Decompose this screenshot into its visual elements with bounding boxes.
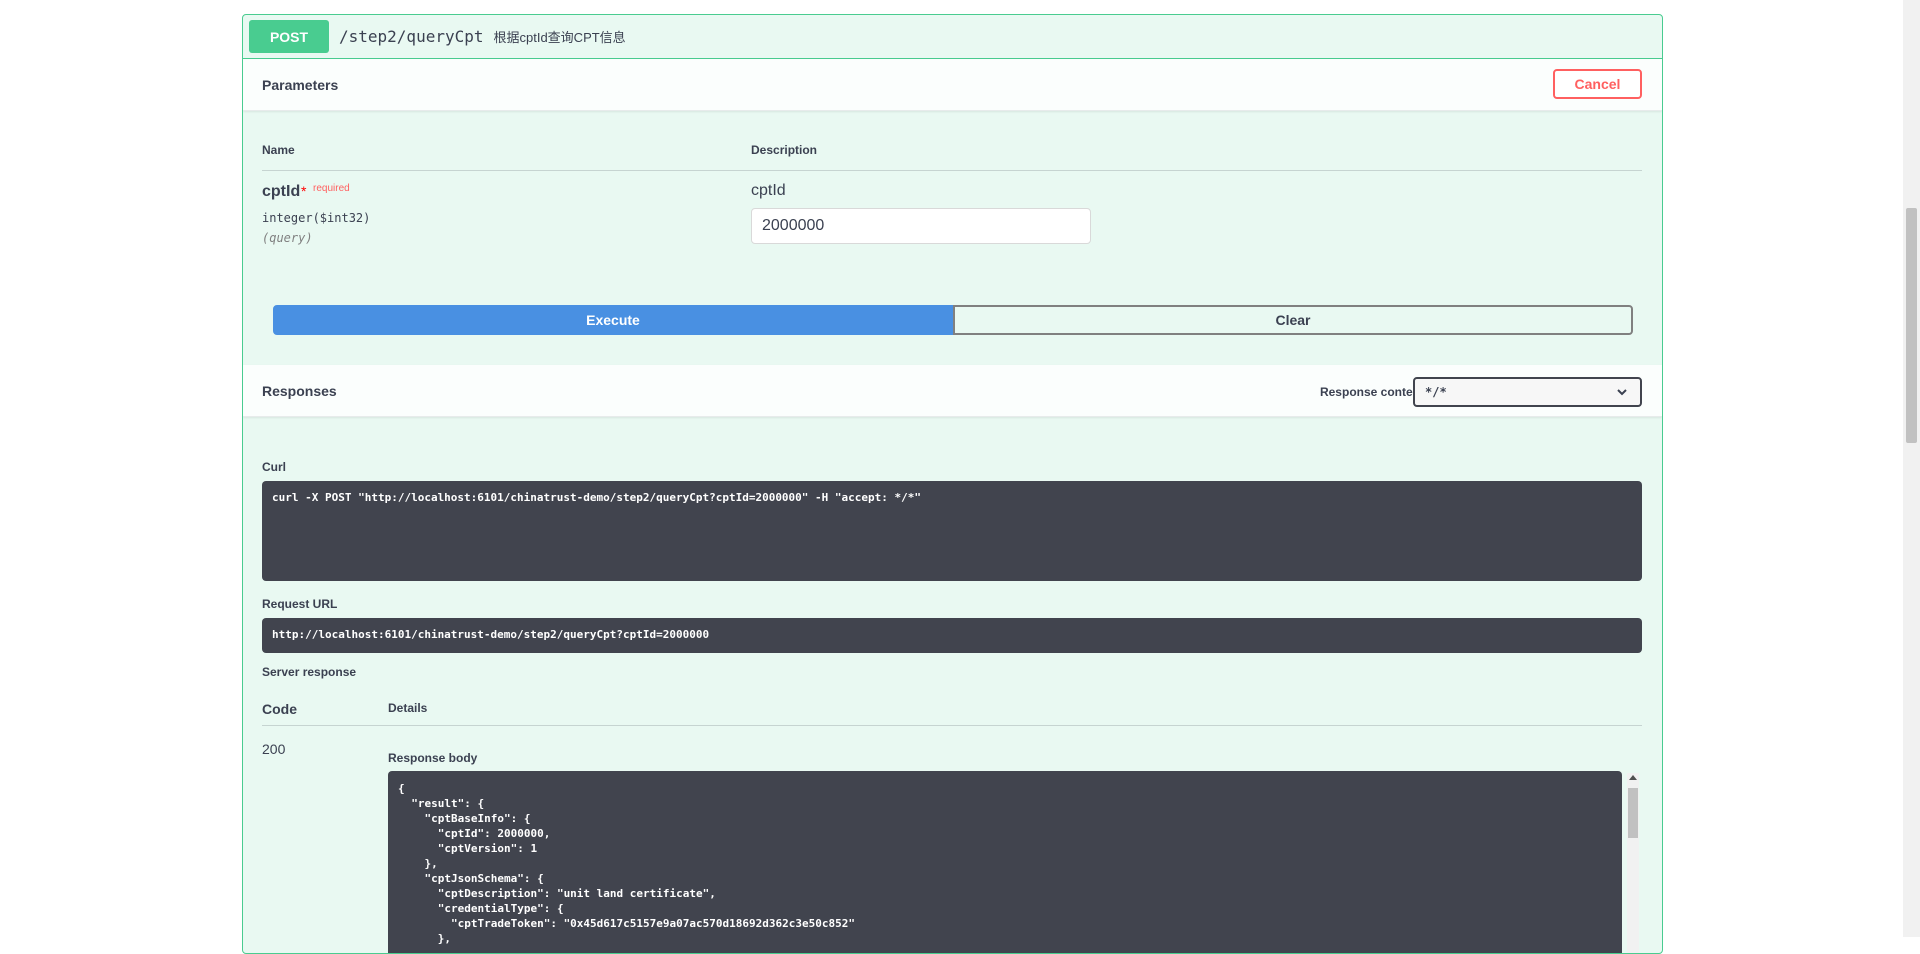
- param-name: cptId: [262, 183, 301, 200]
- method-badge: POST: [249, 20, 329, 53]
- scroll-up-icon[interactable]: [1629, 775, 1637, 780]
- server-response-label: Server response: [262, 665, 357, 679]
- page-scrollbar[interactable]: [1903, 0, 1920, 937]
- parameters-header: Parameters Cancel: [243, 59, 1662, 111]
- responses-header: Responses Response content type */*: [243, 365, 1662, 417]
- table-divider: [262, 170, 1642, 171]
- response-body-scrollbar[interactable]: [1627, 773, 1639, 953]
- endpoint-description: 根据cptId查询CPT信息: [493, 30, 626, 45]
- details-column-header: Details: [388, 701, 428, 715]
- endpoint-path: /step2/queryCpt: [339, 27, 484, 46]
- clear-button[interactable]: Clear: [953, 305, 1633, 335]
- response-content-type-select[interactable]: */*: [1413, 377, 1642, 407]
- col-description-header: Description: [751, 143, 818, 157]
- param-description: cptId: [751, 182, 786, 199]
- response-table-divider: [262, 725, 1642, 726]
- param-type: integer($int32): [262, 211, 371, 225]
- response-body-scroll-thumb[interactable]: [1628, 788, 1638, 838]
- required-label: required: [313, 183, 350, 194]
- curl-label: Curl: [262, 460, 286, 474]
- request-url-label: Request URL: [262, 597, 338, 611]
- response-content-type-value: */*: [1425, 385, 1447, 399]
- cancel-button[interactable]: Cancel: [1553, 69, 1642, 99]
- required-star: *: [301, 183, 307, 199]
- col-name-header: Name: [262, 143, 295, 157]
- cptid-input[interactable]: [751, 208, 1091, 244]
- opblock-summary[interactable]: POST /step2/queryCpt 根据cptId查询CPT信息: [243, 15, 1662, 59]
- execute-button[interactable]: Execute: [273, 305, 953, 335]
- code-column-header: Code: [262, 701, 297, 717]
- response-body-label: Response body: [388, 751, 478, 765]
- opblock-post-querycpt: POST /step2/queryCpt 根据cptId查询CPT信息 Para…: [242, 14, 1663, 954]
- param-location: (query): [262, 231, 313, 245]
- page-scroll-thumb[interactable]: [1906, 208, 1917, 443]
- responses-title: Responses: [262, 383, 337, 399]
- parameters-title: Parameters: [262, 77, 339, 93]
- response-body[interactable]: { "result": { "cptBaseInfo": { "cptId": …: [388, 771, 1622, 953]
- response-status-code: 200: [262, 741, 286, 757]
- chevron-down-icon: [1617, 389, 1627, 396]
- request-url: http://localhost:6101/chinatrust-demo/st…: [262, 618, 1642, 653]
- curl-command: curl -X POST "http://localhost:6101/chin…: [262, 481, 1642, 581]
